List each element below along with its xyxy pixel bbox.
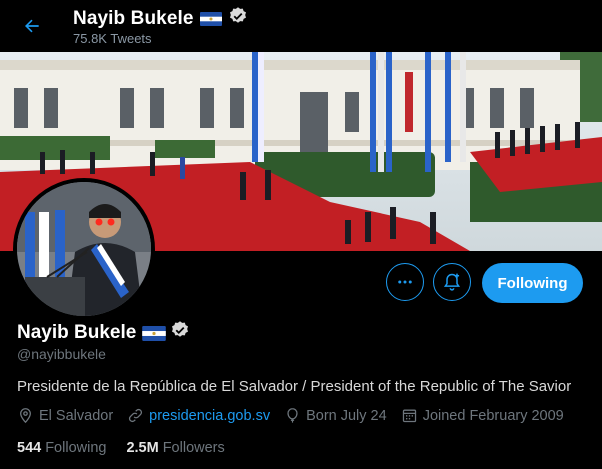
notifications-button[interactable] — [433, 263, 471, 301]
followers-count: 2.5M — [126, 440, 159, 456]
profile-bio: Presidente de la República de El Salvado… — [17, 378, 572, 395]
location-text: El Salvador — [39, 407, 114, 424]
location-pin-icon — [20, 408, 31, 424]
bell-plus-icon — [443, 273, 461, 291]
link-icon — [129, 408, 143, 423]
el-salvador-flag-icon — [199, 11, 222, 26]
joined-item: Joined February 2009 — [401, 407, 564, 424]
calendar-icon — [402, 409, 416, 423]
following-button[interactable]: Following — [482, 263, 583, 303]
profile-name-row: Nayib Bukele — [17, 320, 190, 345]
birthday-item: Born July 24 — [284, 407, 387, 424]
followers-stat[interactable]: 2.5M Followers — [126, 440, 224, 456]
back-button[interactable] — [14, 8, 50, 44]
following-label: Following — [45, 440, 107, 456]
avatar[interactable] — [13, 178, 155, 320]
header-name: Nayib Bukele — [73, 7, 194, 29]
more-dots-icon — [398, 280, 412, 284]
joined-text: Joined February 2009 — [422, 407, 564, 424]
follow-stats: 544 Following 2.5M Followers — [17, 440, 245, 456]
website-link[interactable]: presidencia.gob.sv — [149, 408, 270, 424]
profile-header-bar: Nayib Bukele 75.8K Tweets — [0, 0, 602, 52]
header-name-row: Nayib Bukele — [73, 6, 248, 31]
website-item: presidencia.gob.sv — [127, 407, 270, 424]
avatar-image — [17, 182, 151, 316]
balloon-icon — [287, 408, 298, 423]
verified-badge-icon — [228, 6, 248, 31]
more-options-button[interactable] — [386, 263, 424, 301]
verified-badge-icon — [170, 320, 190, 345]
profile-name: Nayib Bukele — [17, 321, 137, 343]
followers-label: Followers — [162, 440, 225, 456]
profile-meta: El Salvador presidencia.gob.sv Born July… — [17, 407, 578, 424]
birthday-text: Born July 24 — [306, 407, 387, 424]
location-item: El Salvador — [17, 407, 113, 424]
following-count: 544 — [17, 440, 42, 456]
following-stat[interactable]: 544 Following — [17, 440, 106, 456]
tweet-count: 75.8K Tweets — [73, 31, 152, 46]
arrow-left-icon — [25, 19, 39, 33]
el-salvador-flag-icon — [142, 325, 167, 341]
profile-handle: @nayibbukele — [17, 346, 106, 362]
